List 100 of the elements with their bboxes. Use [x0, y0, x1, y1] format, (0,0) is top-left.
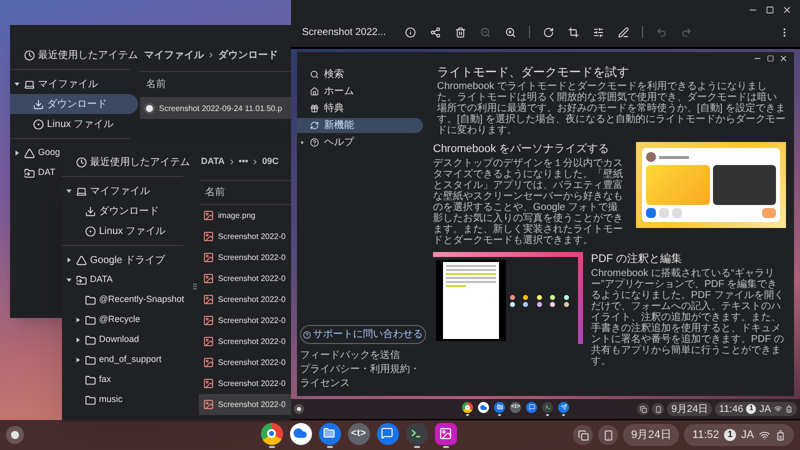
- send-icon[interactable]: [558, 402, 570, 413]
- footer-link[interactable]: フィードバックを送信: [300, 350, 433, 362]
- file-row[interactable]: image.png: [199, 205, 291, 226]
- phone-icon: [654, 406, 662, 412]
- folder-stack-icon: [24, 168, 35, 178]
- expand-arrow-icon[interactable]: [300, 140, 305, 145]
- status-area[interactable]: 11:52 1 JA: [684, 424, 794, 446]
- file-row[interactable]: Screenshot 2022-0: [199, 247, 291, 268]
- zoom-in-icon: [505, 26, 516, 38]
- nav-item[interactable]: 新機能: [297, 118, 423, 133]
- breadcrumb-item[interactable]: ダウンロード: [218, 48, 278, 62]
- files-icon[interactable]: [494, 402, 506, 413]
- running-indicator: [268, 446, 275, 448]
- delete-icon: [455, 26, 466, 38]
- file-row[interactable]: Screenshot 2022-0: [199, 226, 291, 247]
- sidebar-item[interactable]: 最近使用したアイテム: [10, 45, 140, 65]
- launcher-button[interactable]: [294, 404, 304, 414]
- column-header[interactable]: 名前: [146, 77, 166, 92]
- date-button[interactable]: 9月24日: [623, 424, 680, 446]
- expand-arrow-icon[interactable]: [74, 316, 82, 324]
- file-row[interactable]: Screenshot 2022-0: [199, 373, 291, 394]
- sidebar-item[interactable]: 最近使用したアイテム: [62, 152, 192, 172]
- sidebar-item[interactable]: @Recently-Snapshot: [62, 290, 186, 310]
- crop-icon: [568, 26, 579, 38]
- cloud-icon[interactable]: [290, 422, 312, 444]
- file-row[interactable]: Screenshot 2022-0: [199, 289, 291, 310]
- collapse-arrow-icon[interactable]: [65, 276, 73, 284]
- sidebar-item[interactable]: end_of_support: [62, 350, 164, 370]
- contact-support-button[interactable]: サポートに問い合わせる: [300, 325, 426, 344]
- sidebar-item[interactable]: マイファイル: [10, 74, 100, 94]
- sidebar-item[interactable]: ダウンロード: [10, 94, 138, 114]
- folder-icon: [85, 394, 96, 406]
- launcher-button[interactable]: [6, 426, 24, 444]
- file-row[interactable]: Screenshot 2022-0: [199, 352, 291, 373]
- breadcrumb-item[interactable]: DATA: [201, 155, 225, 169]
- breadcrumb-item[interactable]: •••: [238, 155, 248, 169]
- screen-capture-button[interactable]: [637, 403, 650, 415]
- clock-time: 11:52: [692, 428, 720, 443]
- nav-item[interactable]: ヘルプ: [297, 135, 423, 150]
- text-editor-icon[interactable]: <t>: [348, 422, 370, 444]
- phone-button[interactable]: [652, 403, 664, 415]
- message-icon[interactable]: [526, 402, 538, 413]
- message-icon[interactable]: [376, 422, 399, 444]
- file-row[interactable]: Screenshot 2022-0: [199, 310, 291, 331]
- column-header[interactable]: 名前: [205, 185, 225, 200]
- terminal-icon[interactable]: [406, 422, 428, 444]
- file-row[interactable]: Screenshot 2022-0: [199, 331, 291, 352]
- file-row[interactable]: Screenshot 2022-0: [199, 268, 291, 289]
- footer-link[interactable]: ライセンス: [300, 378, 433, 390]
- terminal-icon[interactable]: [542, 402, 554, 413]
- sidebar-item[interactable]: Linux ファイル: [62, 221, 168, 241]
- section-text: デスクトップのデザインを１分以内でカスタマイズできるようになりました。「壁紙とスタイル」アプリでは、バラエティ豊富な壁紙やスクリーンセーバーから好きなものを選択することや、Google フォトで撮影したお気に入りの写真を使うことができます。また、新しく実装されたライトモードとダークモードも選択できます。: [433, 158, 624, 246]
- sidebar-item[interactable]: Linux ファイル: [10, 114, 116, 134]
- breadcrumb-item[interactable]: 09C: [262, 155, 279, 169]
- running-indicator: [414, 446, 420, 448]
- expand-arrow-icon[interactable]: [13, 149, 21, 157]
- resize-handle-icon[interactable]: [191, 282, 199, 290]
- close-icon[interactable]: [782, 5, 792, 15]
- footer-link[interactable]: プライバシー・利用規約・: [300, 364, 433, 376]
- nav-item[interactable]: ホーム: [297, 84, 423, 99]
- breadcrumb-item[interactable]: マイファイル: [144, 48, 204, 62]
- file-row[interactable]: Screenshot 2022-0: [199, 394, 291, 415]
- search-icon: [310, 70, 319, 79]
- section-title: Chromebook をパーソナライズする: [433, 142, 610, 156]
- home-icon: [310, 87, 319, 96]
- image-file-icon: [203, 315, 214, 326]
- sidebar-item[interactable]: Google ドライブ: [62, 250, 168, 270]
- zoom-out-icon: [480, 26, 491, 38]
- circle-icon: [85, 226, 96, 236]
- screen-capture-button[interactable]: [573, 425, 594, 445]
- expand-arrow-icon[interactable]: [74, 356, 82, 364]
- sidebar-item[interactable]: ダウンロード: [62, 201, 161, 221]
- nav-item[interactable]: 検索: [297, 67, 423, 82]
- phone-button[interactable]: [598, 425, 618, 445]
- sidebar-item[interactable]: fax: [62, 370, 114, 390]
- sidebar-item[interactable]: music: [62, 390, 125, 410]
- collapse-arrow-icon[interactable]: [13, 80, 21, 88]
- sidebar-item[interactable]: Goog: [10, 143, 62, 163]
- files-icon[interactable]: [318, 422, 341, 444]
- browser-icon[interactable]: [462, 402, 474, 413]
- cloud-icon[interactable]: [478, 402, 490, 413]
- date-button[interactable]: 9月24日: [667, 402, 712, 416]
- nav-item[interactable]: 特典: [297, 101, 423, 116]
- sidebar-item[interactable]: Download: [62, 330, 142, 350]
- sidebar-item[interactable]: DATA: [62, 270, 115, 290]
- maximize-icon[interactable]: [767, 55, 774, 62]
- sidebar-item[interactable]: マイファイル: [62, 181, 152, 201]
- sidebar-item[interactable]: DAT: [10, 163, 58, 183]
- download-icon: [33, 98, 44, 110]
- maximize-icon[interactable]: [766, 6, 774, 14]
- collapse-arrow-icon[interactable]: [65, 187, 73, 195]
- expand-arrow-icon[interactable]: [65, 256, 73, 264]
- expand-arrow-icon[interactable]: [74, 336, 82, 344]
- close-icon[interactable]: [779, 54, 788, 63]
- help-icon: [303, 330, 311, 338]
- browser-icon[interactable]: [260, 422, 283, 444]
- file-row[interactable]: Screenshot 2022-09-24 11.01.50.p: [140, 98, 291, 119]
- gallery-icon[interactable]: [434, 422, 457, 444]
- sidebar-item[interactable]: @Recycle: [62, 310, 142, 330]
- battery-icon: [785, 405, 793, 413]
